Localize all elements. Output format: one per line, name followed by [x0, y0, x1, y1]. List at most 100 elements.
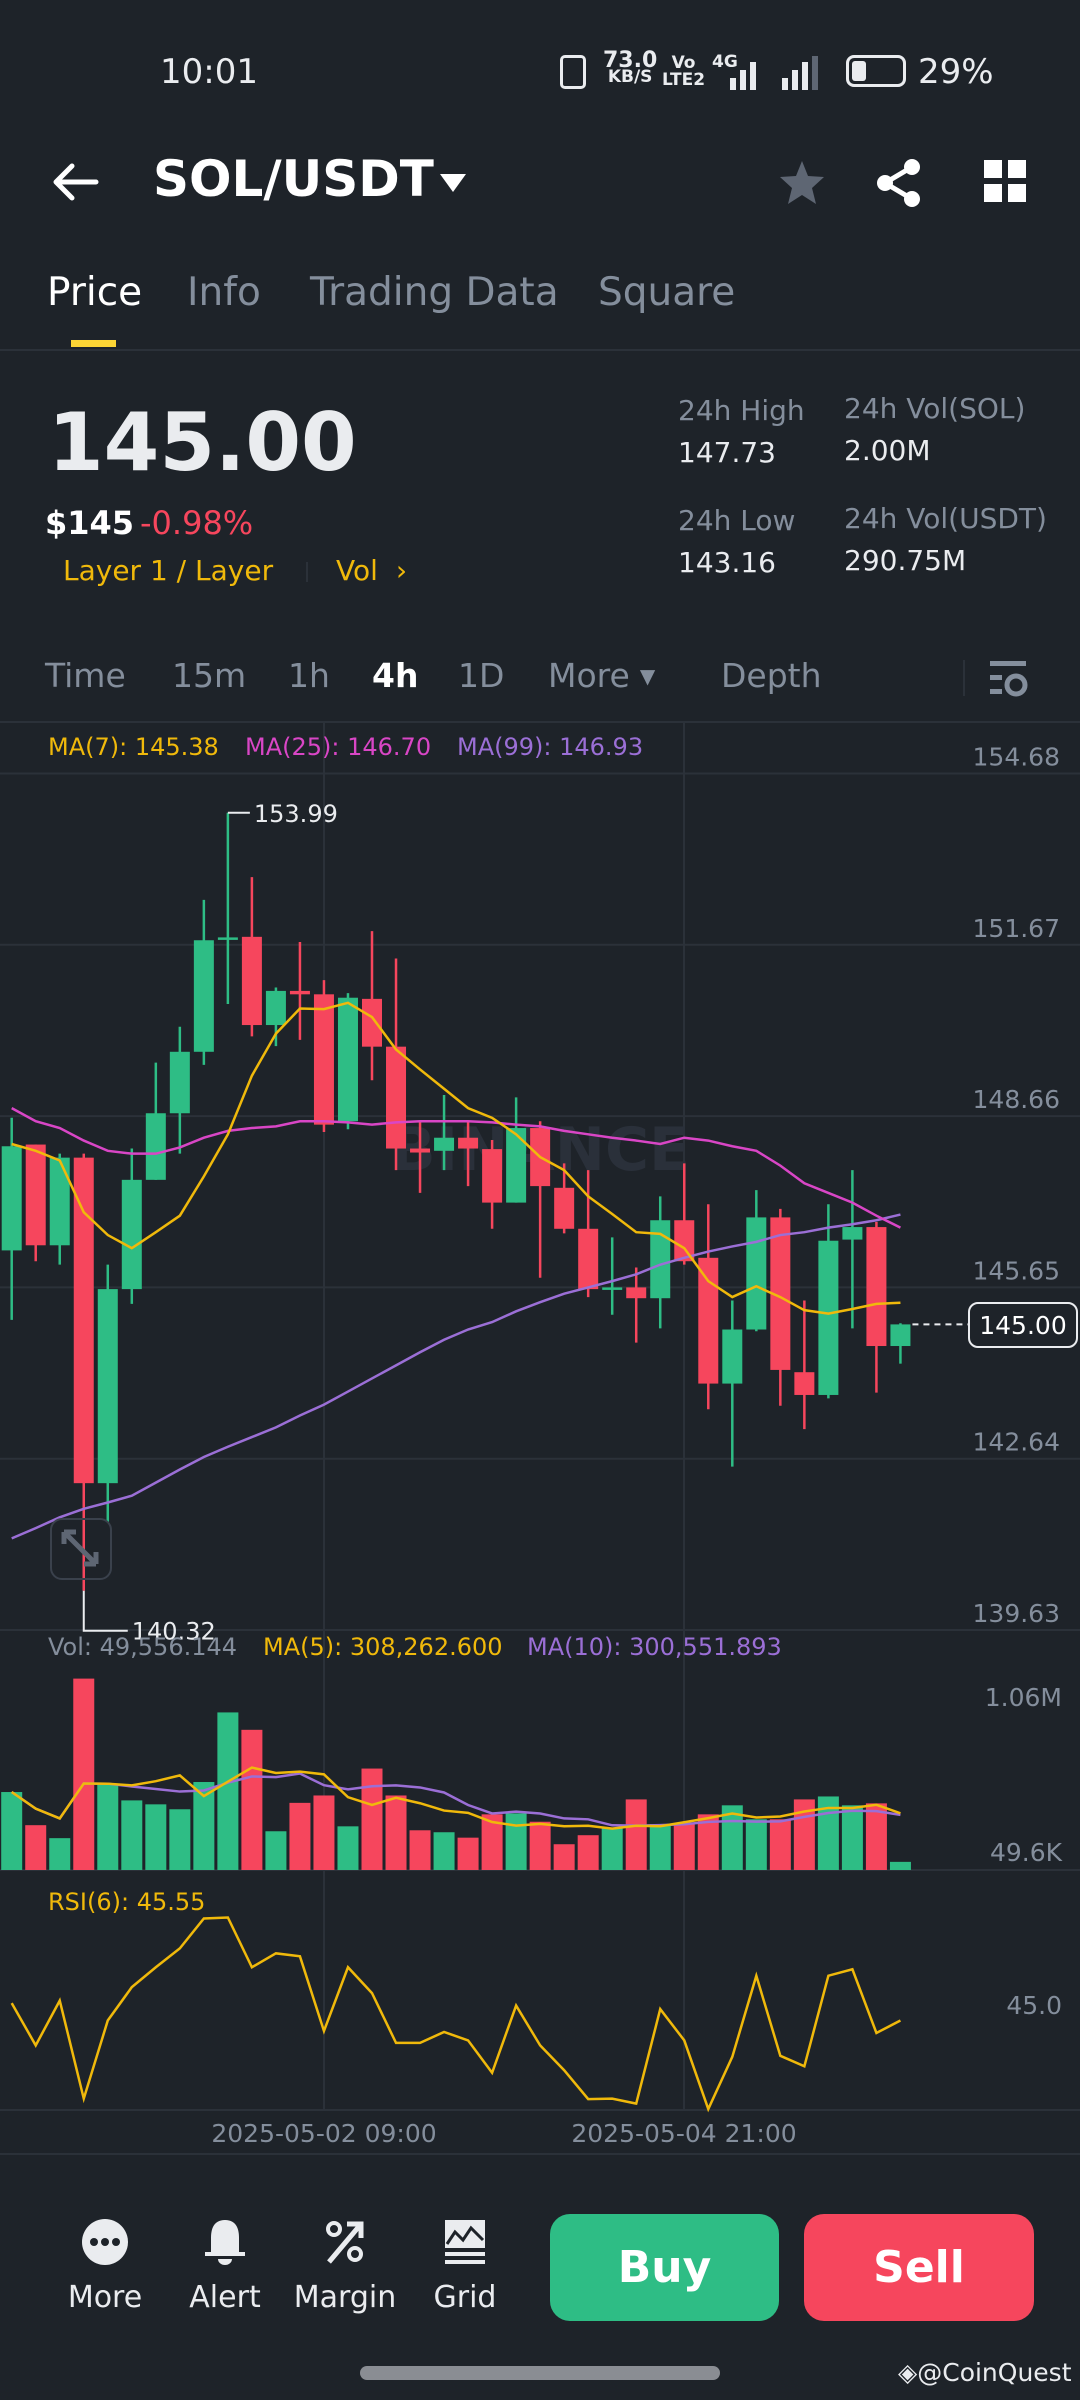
volume-bar [265, 1831, 287, 1870]
candle-down [410, 1148, 431, 1153]
volume-bar [745, 1819, 767, 1870]
price-axis-label: 142.64 [973, 1428, 1060, 1457]
volume-bar [553, 1844, 575, 1870]
vol-ma10-legend: MA(10): 300,551.893 [527, 1633, 782, 1661]
vol-ma5-legend: MA(5): 308,262.600 [263, 1633, 503, 1661]
volume-bar [577, 1835, 599, 1870]
volume-bar [649, 1824, 671, 1870]
candle-up [169, 1051, 190, 1114]
nav-grid[interactable]: Grid [434, 2280, 497, 2315]
volume-bar [289, 1802, 311, 1870]
candlestick-chart[interactable]: 154.68 151.67 148.66 145.65 142.64 139.63 1.06… [0, 0, 1080, 2400]
ma99-legend: MA(99): 146.93 [457, 733, 644, 761]
candle-up [434, 1137, 455, 1151]
binance-logo-icon: ◈ [898, 2358, 918, 2387]
candle-down [362, 998, 382, 1047]
candle-down [698, 1257, 719, 1384]
credit-label: @CoinQuest [917, 2358, 1072, 2387]
chart-bottom-divider [0, 2153, 1080, 2155]
ma25-legend: MA(25): 146.70 [245, 733, 432, 761]
volume-bar [889, 1861, 911, 1870]
volume-bar [25, 1825, 47, 1870]
candle-up [265, 990, 286, 1026]
low-marker-line [82, 1590, 128, 1632]
candle-down [866, 1227, 887, 1347]
candle-down [482, 1149, 503, 1203]
sell-button[interactable]: Sell [804, 2214, 1034, 2321]
candle-down [794, 1372, 815, 1395]
candle-up [217, 937, 238, 940]
volume-bar [49, 1838, 71, 1870]
current-price-tag: 145.00 [968, 1302, 1078, 1348]
volume-bar [337, 1826, 359, 1870]
volume-axis-label: 49.6K [990, 1838, 1063, 1867]
candle-up [842, 1227, 863, 1240]
candle-up [722, 1329, 743, 1384]
home-indicator[interactable] [360, 2366, 720, 2380]
ma7-legend: MA(7): 145.38 [48, 733, 219, 761]
candle-down [578, 1228, 599, 1290]
volume-bar [73, 1678, 95, 1870]
candle-up [97, 1289, 118, 1484]
price-axis-label: 148.66 [973, 1085, 1060, 1114]
volume-bar [433, 1832, 455, 1870]
candle-up [1, 1146, 22, 1251]
alert-bell-icon[interactable] [203, 2218, 247, 2266]
candle-down [386, 1046, 407, 1149]
price-axis-label: 145.65 [973, 1256, 1060, 1285]
candle-down [458, 1137, 479, 1149]
rsi-axis-label: 45.0 [1006, 1991, 1062, 2020]
candle-up [650, 1220, 671, 1299]
grid-bot-icon[interactable] [443, 2218, 487, 2266]
candle-down [241, 936, 262, 1026]
fullscreen-button[interactable] [50, 1518, 112, 1580]
candle-down [289, 990, 310, 995]
candle-down [313, 994, 334, 1125]
volume-bar [769, 1819, 791, 1870]
nav-margin[interactable]: Margin [294, 2280, 396, 2315]
volume-bar [409, 1830, 431, 1870]
candle-up [602, 1287, 623, 1290]
ma99-line [11, 1213, 901, 1540]
volume-bar [169, 1809, 191, 1870]
volume-bar [361, 1768, 383, 1870]
volume-bar [625, 1799, 647, 1870]
candle-up [746, 1217, 767, 1330]
volume-bar [217, 1712, 239, 1870]
candle-up [49, 1157, 70, 1246]
more-icon[interactable] [81, 2218, 129, 2266]
price-axis-label: 154.68 [973, 743, 1060, 772]
volume-bar [121, 1800, 143, 1870]
volume-bar [673, 1824, 695, 1870]
candle-down [554, 1187, 575, 1229]
candle-down [73, 1157, 94, 1484]
time-axis-label: 2025-05-02 09:00 [211, 2119, 436, 2148]
candle-up [145, 1113, 166, 1180]
nav-alert[interactable]: Alert [189, 2280, 260, 2315]
volume-bar [505, 1813, 527, 1870]
rsi-line [10, 1916, 902, 2113]
candle-down [626, 1287, 647, 1299]
price-axis-label: 139.63 [973, 1599, 1060, 1628]
expand-icon [61, 1529, 99, 1567]
volume-bar [313, 1795, 335, 1870]
rsi-legend: RSI(6): 45.55 [48, 1888, 206, 1916]
candle-up [121, 1179, 142, 1290]
volume-bar [97, 1784, 119, 1870]
margin-icon[interactable] [323, 2218, 367, 2266]
buy-button[interactable]: Buy [550, 2214, 779, 2321]
nav-more[interactable]: More [68, 2280, 142, 2315]
candle-up [818, 1240, 839, 1395]
candle-up [337, 997, 358, 1122]
candle-up [890, 1324, 911, 1347]
time-axis-label: 2025-05-04 21:00 [571, 2119, 796, 2148]
price-axis-label: 151.67 [973, 914, 1060, 943]
volume-legend: Vol: 49,556.144 [48, 1633, 238, 1661]
volume-bar [145, 1804, 167, 1870]
volume-bar [385, 1795, 407, 1870]
candle-up [193, 940, 214, 1052]
candle-down [25, 1144, 46, 1246]
volume-bar [529, 1821, 551, 1870]
volume-bar [241, 1729, 263, 1870]
volume-bar [601, 1828, 623, 1870]
